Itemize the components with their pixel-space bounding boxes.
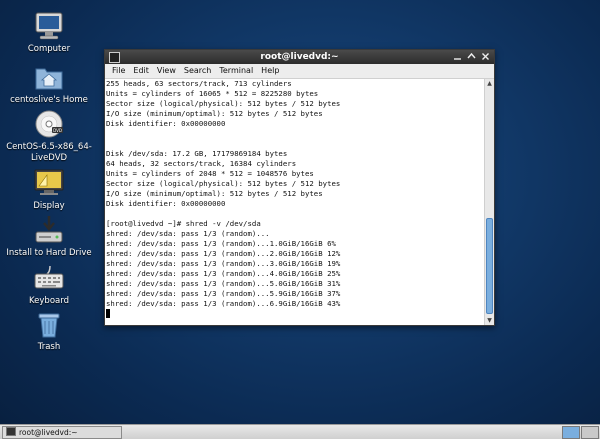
terminal-line: I/O size (minimum/optimal): 512 bytes / … <box>106 189 323 198</box>
terminal-line: shred: /dev/sda: pass 1/3 (random)...5.0… <box>106 279 341 288</box>
desktop-icon-label: Install to Hard Drive <box>6 248 92 258</box>
menubar: File Edit View Search Terminal Help <box>105 64 494 79</box>
taskbar-window-label: root@livedvd:~ <box>19 428 78 437</box>
workspace-2-switcher[interactable] <box>581 426 599 439</box>
menu-terminal[interactable]: Terminal <box>215 64 257 78</box>
terminal-line: [root@livedvd ~]# shred -v /dev/sda <box>106 219 261 228</box>
terminal-line: shred: /dev/sda: pass 1/3 (random)...4.0… <box>106 269 341 278</box>
desktop: Computer centoslive's Home DVD CentOS-6.… <box>0 0 600 424</box>
scroll-down-arrow-icon[interactable]: ▼ <box>485 316 494 325</box>
terminal-line: shred: /dev/sda: pass 1/3 (random)...6.9… <box>106 299 341 308</box>
terminal-line: shred: /dev/sda: pass 1/3 (random)...1.0… <box>106 239 336 248</box>
window-titlebar[interactable]: root@livedvd:~ <box>105 50 494 64</box>
desktop-icon-label: centoslive's Home <box>10 95 88 105</box>
terminal-line: Disk /dev/sda: 17.2 GB, 17179869184 byte… <box>106 149 288 158</box>
terminal-line: 64 heads, 32 sectors/track, 16384 cylind… <box>106 159 297 168</box>
menu-file[interactable]: File <box>108 64 129 78</box>
terminal-line: Units = cylinders of 16065 * 512 = 82252… <box>106 89 319 98</box>
taskbar: root@livedvd:~ <box>0 424 600 439</box>
scroll-up-arrow-icon[interactable]: ▲ <box>485 79 494 88</box>
keyboard-icon <box>33 262 65 294</box>
vertical-scrollbar[interactable]: ▲ ▼ <box>484 79 494 325</box>
desktop-icon-keyboard[interactable]: Keyboard <box>1 262 97 307</box>
terminal-icon <box>6 427 16 436</box>
desktop-icon-dvd[interactable]: DVD CentOS-6.5-x86_64-LiveDVD <box>1 108 97 164</box>
terminal-icon <box>109 52 120 63</box>
terminal-line: Disk identifier: 0x00000000 <box>106 119 226 128</box>
menu-edit[interactable]: Edit <box>129 64 153 78</box>
desktop-icon-display[interactable]: Display <box>1 167 97 212</box>
trash-icon <box>33 308 65 340</box>
desktop-icon-label: Display <box>33 201 65 211</box>
terminal-line: shred: /dev/sda: pass 1/3 (random)...2.0… <box>106 249 341 258</box>
desktop-icon-label: Keyboard <box>29 296 69 306</box>
terminal-cursor-line <box>106 309 486 319</box>
display-icon <box>33 167 65 199</box>
desktop-icon-home[interactable]: centoslive's Home <box>1 61 97 106</box>
terminal-line: 255 heads, 63 sectors/track, 713 cylinde… <box>106 79 292 88</box>
menu-help[interactable]: Help <box>257 64 283 78</box>
terminal-line: Units = cylinders of 2048 * 512 = 104857… <box>106 169 314 178</box>
desktop-icon-trash[interactable]: Trash <box>1 308 97 353</box>
terminal-line: shred: /dev/sda: pass 1/3 (random)...5.9… <box>106 289 341 298</box>
scrollbar-thumb[interactable] <box>486 218 493 314</box>
terminal-line: Sector size (logical/physical): 512 byte… <box>106 179 341 188</box>
desktop-icon-computer[interactable]: Computer <box>1 10 97 55</box>
terminal-line: shred: /dev/sda: pass 1/3 (random)...3.0… <box>106 259 341 268</box>
terminal-line: I/O size (minimum/optimal): 512 bytes / … <box>106 109 323 118</box>
home-folder-icon <box>33 61 65 93</box>
svg-text:DVD: DVD <box>53 128 62 133</box>
workspace-1-switcher[interactable] <box>562 426 580 439</box>
close-button[interactable] <box>480 51 491 62</box>
desktop-icon-label: CentOS-6.5-x86_64-LiveDVD <box>6 142 92 163</box>
desktop-icon-label: Trash <box>37 342 61 352</box>
terminal-window[interactable]: root@livedvd:~ File Edit View Search Ter… <box>104 49 495 326</box>
terminal-line: Sector size (logical/physical): 512 byte… <box>106 99 341 108</box>
desktop-icon-label: Computer <box>27 44 71 54</box>
minimize-button[interactable] <box>452 51 463 62</box>
menu-view[interactable]: View <box>153 64 180 78</box>
taskbar-window-button[interactable]: root@livedvd:~ <box>2 426 122 439</box>
computer-icon <box>33 10 65 42</box>
dvd-icon: DVD <box>33 108 65 140</box>
window-title: root@livedvd:~ <box>260 52 339 62</box>
desktop-icon-install[interactable]: Install to Hard Drive <box>1 214 97 259</box>
menu-search[interactable]: Search <box>180 64 215 78</box>
terminal-output[interactable]: 255 heads, 63 sectors/track, 713 cylinde… <box>105 79 486 325</box>
terminal-line: shred: /dev/sda: pass 1/3 (random)... <box>106 229 270 238</box>
terminal-line: Disk identifier: 0x00000000 <box>106 199 226 208</box>
text-cursor <box>106 309 110 318</box>
install-icon <box>33 214 65 246</box>
maximize-button[interactable] <box>466 51 477 62</box>
